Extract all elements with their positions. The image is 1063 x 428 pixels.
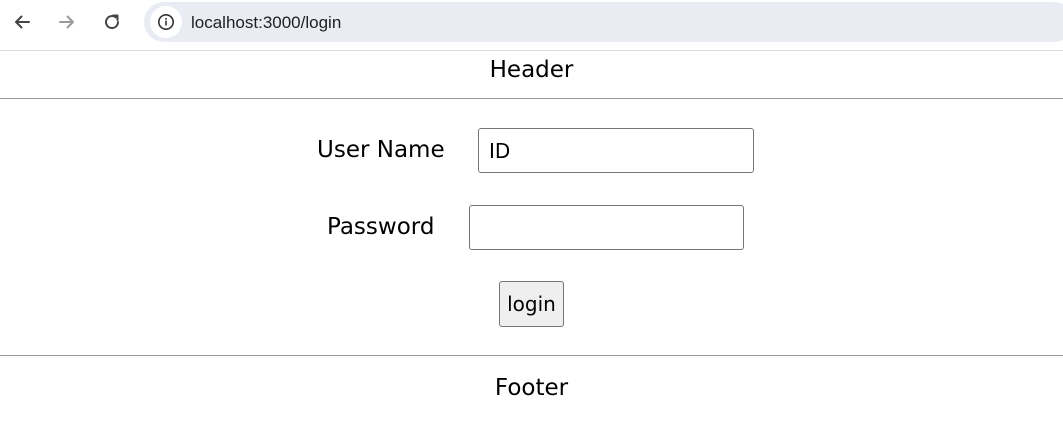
reload-button[interactable] bbox=[98, 8, 126, 36]
page-header: Header bbox=[489, 57, 574, 83]
address-bar[interactable]: localhost:3000/login bbox=[144, 2, 1063, 42]
reload-icon bbox=[105, 14, 120, 30]
password-label: Password bbox=[327, 214, 435, 240]
arrow-right-icon bbox=[59, 15, 74, 29]
username-input[interactable] bbox=[478, 128, 754, 173]
url-text: localhost:3000/login bbox=[191, 13, 342, 32]
forward-button[interactable] bbox=[53, 8, 81, 36]
site-info-button[interactable] bbox=[150, 6, 182, 38]
page-footer: Footer bbox=[494, 375, 569, 401]
arrow-left-icon bbox=[15, 15, 30, 29]
info-icon bbox=[158, 14, 174, 30]
browser-toolbar: localhost:3000/login bbox=[0, 0, 1063, 44]
footer-divider bbox=[0, 355, 1063, 356]
header-divider bbox=[0, 98, 1063, 99]
password-input[interactable] bbox=[469, 205, 744, 250]
username-label: User Name bbox=[317, 137, 445, 163]
login-button[interactable]: login bbox=[499, 281, 564, 327]
back-button[interactable] bbox=[8, 8, 36, 36]
